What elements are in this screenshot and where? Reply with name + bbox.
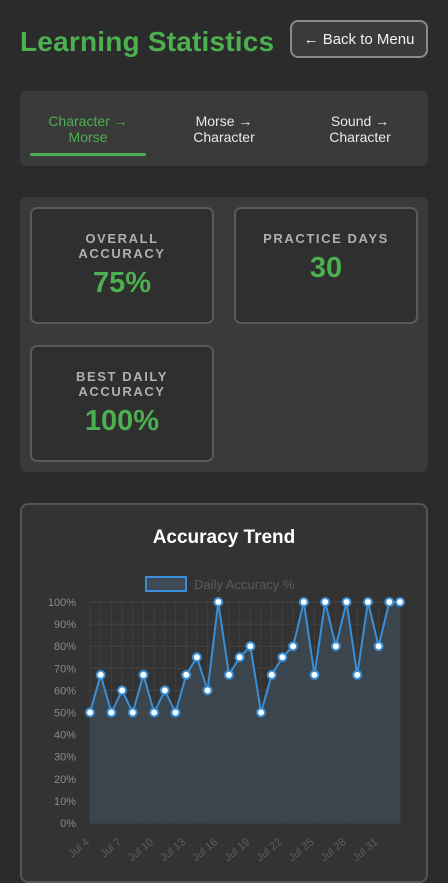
best-daily-accuracy-label: BEST DAILY ACCURACY xyxy=(75,369,169,399)
overall-accuracy-value: 75% xyxy=(92,267,152,299)
x-tick-label: Jul 25 xyxy=(286,836,316,864)
data-point xyxy=(202,685,213,696)
y-tick-label: 80% xyxy=(54,641,76,653)
accuracy-trend-panel: Accuracy Trend Daily Accuracy % 0% 10% 20%… xyxy=(20,503,428,883)
data-point xyxy=(234,652,245,663)
data-point xyxy=(85,707,95,718)
page-title: Learning Statistics xyxy=(20,26,275,57)
x-tick-label: Jul 13 xyxy=(158,836,188,864)
accuracy-chart: Daily Accuracy % 0% 10% 20% 30% 40% 50% 60% 70%… xyxy=(48,576,405,864)
data-point xyxy=(288,641,299,652)
y-tick-label: 0% xyxy=(60,818,76,830)
x-tick-label: Jul 28 xyxy=(318,836,348,864)
y-tick-label: 30% xyxy=(54,752,76,764)
tab-sound-to-character[interactable]: Sound → Character xyxy=(292,91,428,166)
data-point xyxy=(298,597,309,607)
mode-tabs: Character → Morse Morse → Character Soun… xyxy=(20,91,428,166)
practice-days-value: 30 xyxy=(309,252,343,284)
x-tick-label: Jul 22 xyxy=(254,836,284,864)
data-point xyxy=(213,597,224,607)
data-point xyxy=(149,707,160,718)
data-point xyxy=(181,669,192,680)
y-tick-label: 10% xyxy=(54,796,76,808)
x-tick-label: Jul 16 xyxy=(190,836,220,864)
x-tick-label: Jul 31 xyxy=(350,836,380,864)
data-point xyxy=(95,669,106,680)
tab-label: Character → Morse xyxy=(48,112,128,145)
header: Learning Statistics ← Back to Menu xyxy=(20,20,428,62)
y-tick-label: 20% xyxy=(54,774,76,786)
data-point xyxy=(373,641,384,652)
tab-label: Sound → Character xyxy=(329,112,391,145)
data-point xyxy=(256,707,267,718)
data-point xyxy=(159,685,170,696)
stats-panel: OVERALL ACCURACY 75% PRACTICE DAYS 30 BE… xyxy=(20,197,428,472)
y-tick-label: 50% xyxy=(54,708,76,720)
practice-days-label: PRACTICE DAYS xyxy=(263,231,389,246)
data-point xyxy=(245,641,256,652)
y-tick-label: 100% xyxy=(48,597,76,609)
practice-days-card: PRACTICE DAYS 30 xyxy=(234,207,418,324)
y-tick-label: 60% xyxy=(54,685,76,697)
data-point xyxy=(191,652,202,663)
back-to-menu-button[interactable]: ← Back to Menu xyxy=(290,20,428,58)
y-tick-label: 70% xyxy=(54,663,76,675)
data-point xyxy=(395,597,405,607)
x-tick-label: Jul 7 xyxy=(98,836,124,860)
x-tick-label: Jul 4 xyxy=(66,836,92,860)
best-daily-accuracy-value: 100% xyxy=(84,405,160,437)
data-point xyxy=(127,707,138,718)
data-point xyxy=(117,685,128,696)
tab-character-to-morse[interactable]: Character → Morse xyxy=(20,91,156,166)
data-point xyxy=(277,652,288,663)
data-point xyxy=(341,597,352,607)
data-point xyxy=(320,597,331,607)
chart-legend[interactable]: Daily Accuracy % xyxy=(145,576,295,592)
legend-label: Daily Accuracy % xyxy=(194,577,295,592)
y-tick-label: 40% xyxy=(54,730,76,742)
data-point xyxy=(138,669,149,680)
data-point xyxy=(309,669,320,680)
data-point xyxy=(170,707,181,718)
overall-accuracy-card: OVERALL ACCURACY 75% xyxy=(30,207,214,324)
y-tick-label: 90% xyxy=(54,619,76,631)
overall-accuracy-label: OVERALL ACCURACY xyxy=(78,231,166,261)
data-point xyxy=(362,597,373,607)
data-point xyxy=(330,641,341,652)
data-point xyxy=(384,597,395,607)
best-daily-accuracy-card: BEST DAILY ACCURACY 100% xyxy=(30,345,214,462)
tab-morse-to-character[interactable]: Morse → Character xyxy=(156,91,292,166)
legend-swatch xyxy=(145,576,187,592)
tab-label: Morse → Character xyxy=(193,112,255,145)
data-point xyxy=(352,669,363,680)
data-point xyxy=(266,669,277,680)
data-point xyxy=(223,669,234,680)
data-point xyxy=(106,707,117,718)
x-tick-label: Jul 19 xyxy=(222,836,252,864)
x-tick-label: Jul 10 xyxy=(126,836,156,864)
